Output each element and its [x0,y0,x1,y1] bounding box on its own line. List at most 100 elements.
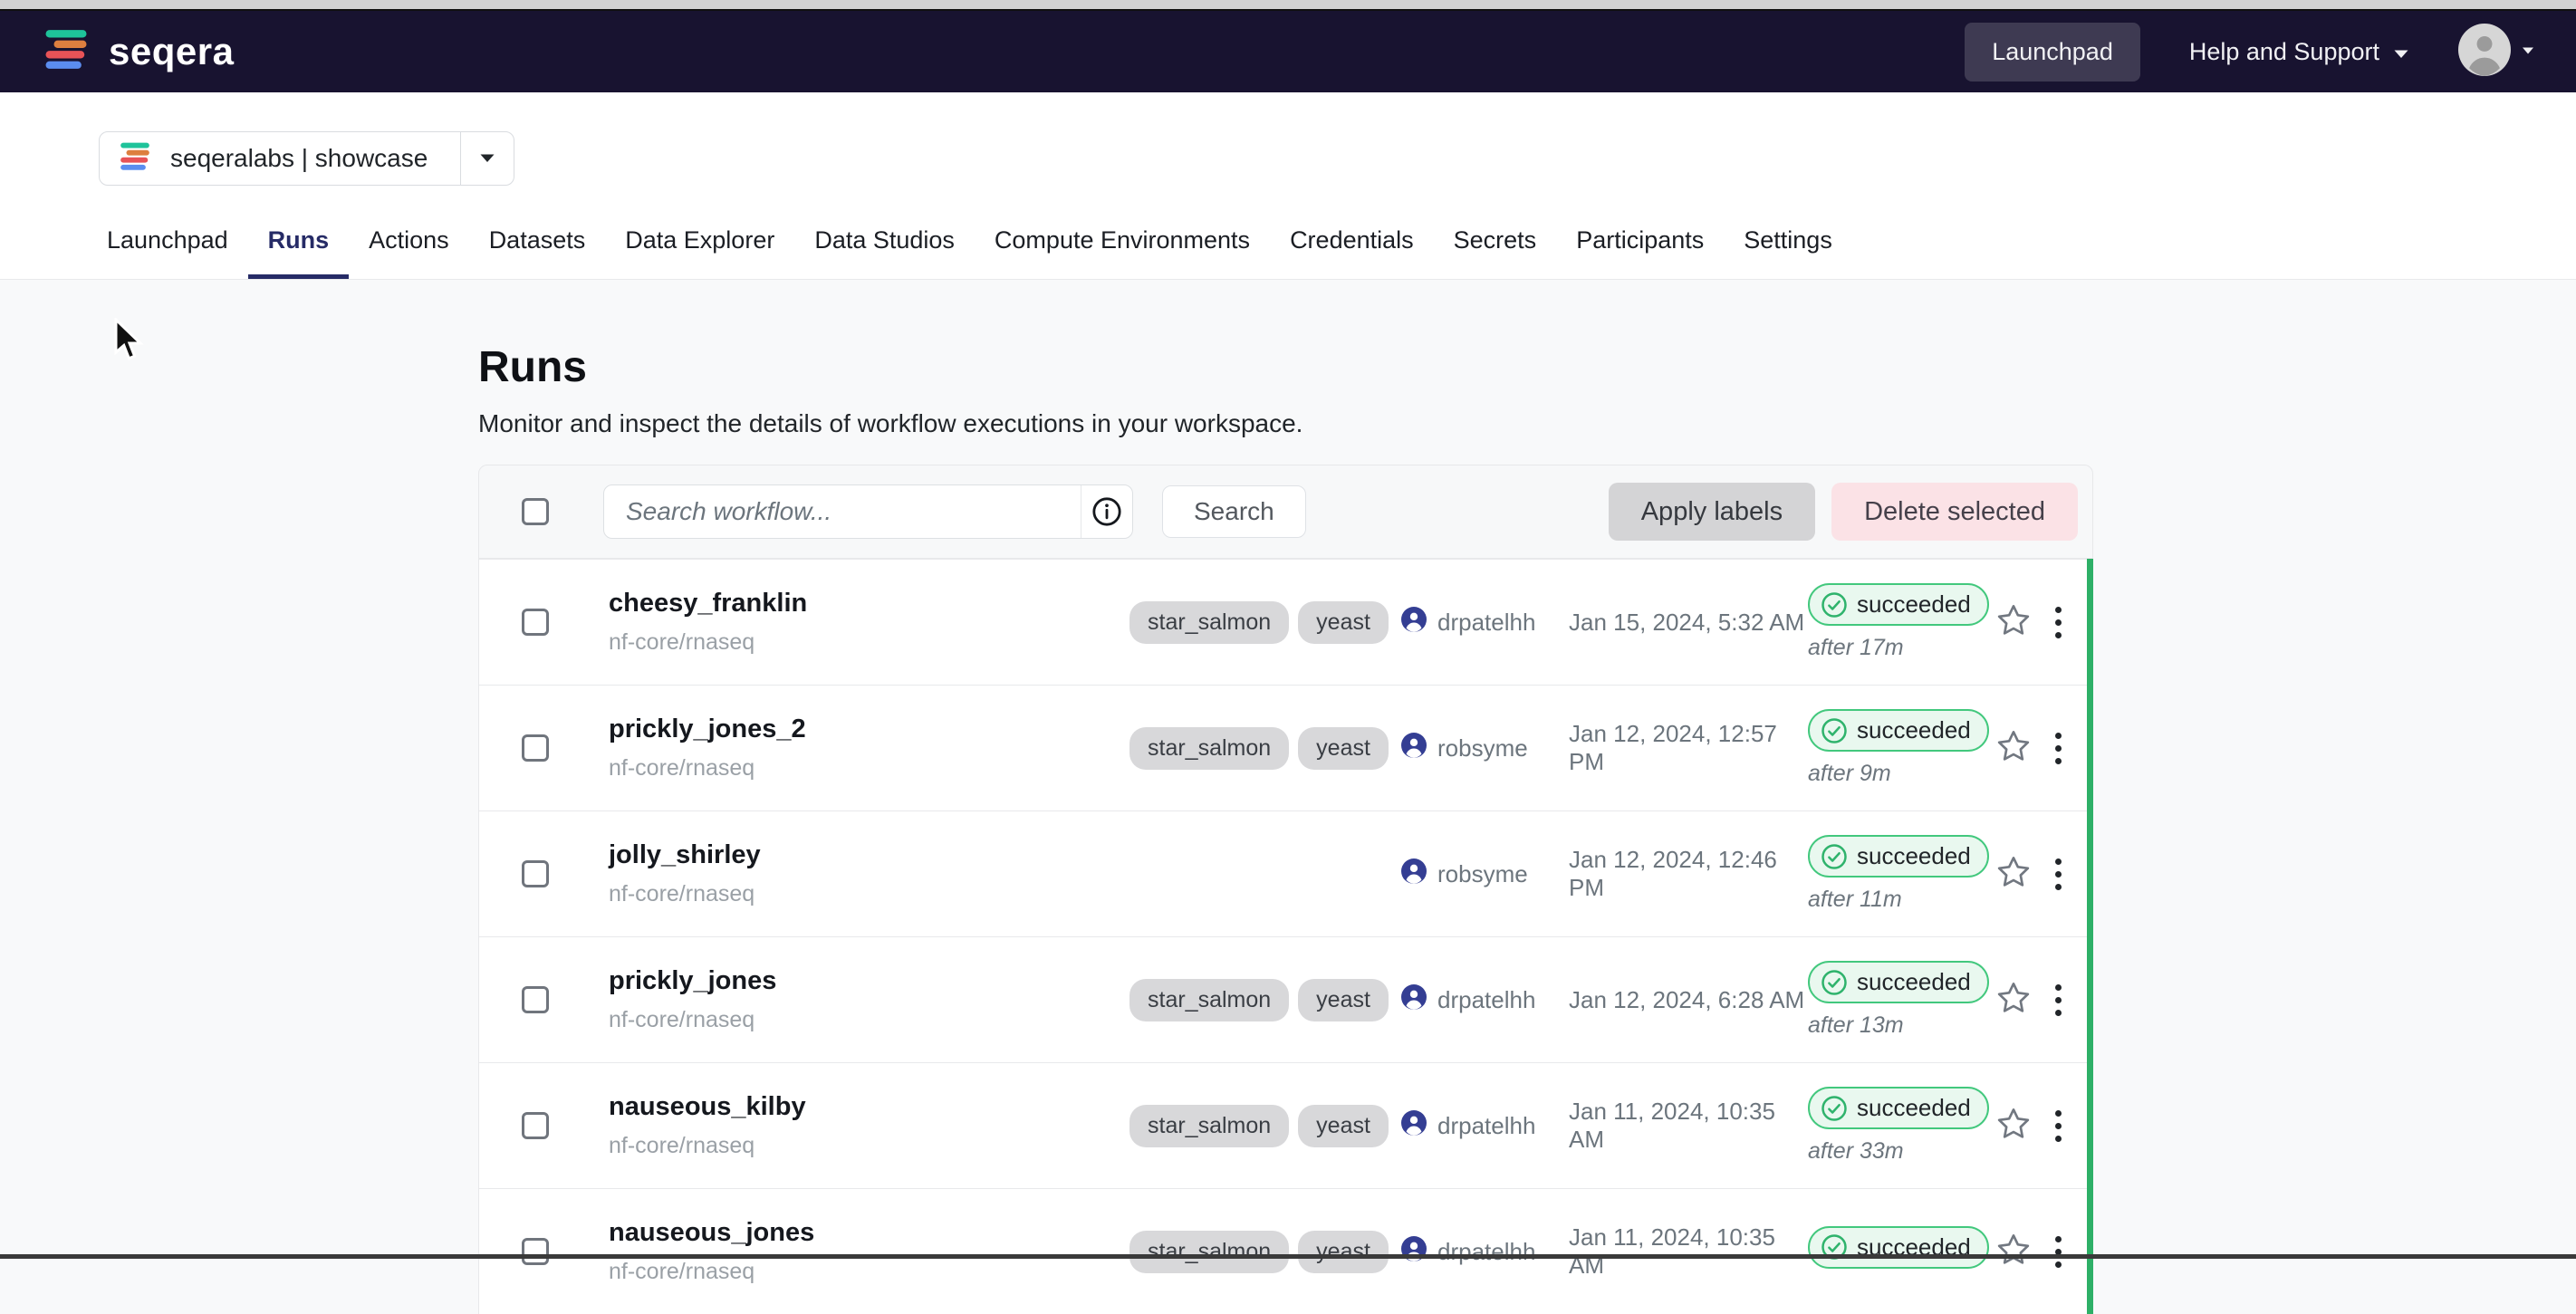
run-user: robsyme [1437,860,1528,888]
label-pill[interactable]: star_salmon [1129,1231,1289,1273]
chevron-down-icon [2393,38,2409,66]
run-name[interactable]: nauseous_jones [609,1218,1129,1248]
seqera-brand[interactable]: seqera [42,25,234,79]
tab-actions[interactable]: Actions [349,214,469,279]
run-date: Jan 12, 2024, 12:57 PM [1569,720,1808,776]
label-pill[interactable]: yeast [1298,601,1389,644]
kebab-menu-button[interactable] [2046,1101,2071,1151]
workspace-selector[interactable]: seqeralabs | showcase [99,131,514,186]
star-button[interactable] [1995,1106,2046,1146]
label-pill[interactable]: star_salmon [1129,727,1289,770]
run-name[interactable]: jolly_shirley [609,840,1129,870]
seqera-logo-icon [42,25,91,79]
user-icon [1401,1110,1427,1142]
label-pill[interactable]: yeast [1298,1231,1389,1273]
kebab-menu-button[interactable] [2046,975,2071,1025]
row-checkbox[interactable] [522,734,549,762]
workspace-name: seqeralabs | showcase [170,144,428,173]
star-button[interactable] [1995,854,2046,895]
select-all-checkbox[interactable] [522,498,549,525]
run-repo: nf-core/rnaseq [609,755,1129,782]
run-repo: nf-core/rnaseq [609,1133,1129,1159]
kebab-menu-button[interactable] [2046,598,2071,647]
run-duration: after 13m [1808,1012,1995,1039]
star-icon [1995,854,2032,890]
kebab-menu-button[interactable] [2046,1227,2071,1277]
run-duration: after 9m [1808,761,1995,787]
user-icon [1401,858,1427,890]
label-pill[interactable]: star_salmon [1129,601,1289,644]
chevron-down-icon [479,153,495,164]
star-button[interactable] [1995,980,2046,1021]
top-navbar: seqera Launchpad Help and Support [0,11,2576,92]
star-button[interactable] [1995,602,2046,643]
row-checkbox[interactable] [522,609,549,636]
status-badge: succeeded [1808,709,1989,752]
table-row[interactable]: jolly_shirley nf-core/rnaseq robsyme Jan… [479,810,2092,936]
tab-compute-environments[interactable]: Compute Environments [975,214,1270,279]
tab-settings[interactable]: Settings [1724,214,1852,279]
runs-table: cheesy_franklin nf-core/rnaseq star_salm… [478,559,2093,1314]
tab-participants[interactable]: Participants [1556,214,1724,279]
row-checkbox[interactable] [522,1238,549,1265]
check-circle-icon [1821,717,1848,744]
run-name[interactable]: nauseous_kilby [609,1092,1129,1122]
tab-launchpad[interactable]: Launchpad [87,214,248,279]
tab-data-explorer[interactable]: Data Explorer [605,214,794,279]
row-checkbox[interactable] [522,860,549,887]
search-input[interactable] [604,485,1081,538]
label-pill[interactable]: yeast [1298,1105,1389,1147]
workspace-tabs: Launchpad Runs Actions Datasets Data Exp… [87,214,1852,279]
status-label: succeeded [1857,716,1971,744]
apply-labels-button[interactable]: Apply labels [1609,483,1815,541]
run-date: Jan 11, 2024, 10:35 AM [1569,1223,1808,1280]
star-icon [1995,1106,2032,1142]
search-button[interactable]: Search [1162,485,1306,538]
page-title: Runs [478,342,587,392]
status-badge: succeeded [1808,583,1989,626]
row-checkbox[interactable] [522,1112,549,1139]
status-badge: succeeded [1808,1087,1989,1129]
tab-datasets[interactable]: Datasets [469,214,606,279]
tab-runs[interactable]: Runs [248,214,350,279]
help-menu-label: Help and Support [2189,38,2379,66]
table-row[interactable]: nauseous_kilby nf-core/rnaseq star_salmo… [479,1062,2092,1188]
delete-selected-button[interactable]: Delete selected [1831,483,2078,541]
label-pill[interactable]: yeast [1298,727,1389,770]
window-bottom-edge [0,1254,2576,1259]
run-name[interactable]: cheesy_franklin [609,589,1129,619]
status-label: succeeded [1857,590,1971,619]
launchpad-button[interactable]: Launchpad [1965,23,2140,82]
workspace-subheader: seqeralabs | showcase Launchpad Runs Act… [0,92,2576,280]
kebab-menu-button[interactable] [2046,849,2071,899]
run-name[interactable]: prickly_jones [609,966,1129,996]
user-menu[interactable] [2458,24,2534,81]
table-row[interactable]: cheesy_franklin nf-core/rnaseq star_salm… [479,559,2092,685]
label-pill[interactable]: star_salmon [1129,979,1289,1021]
star-button[interactable] [1995,728,2046,769]
info-icon [1091,496,1122,527]
run-date: Jan 11, 2024, 10:35 AM [1569,1098,1808,1154]
table-row[interactable]: prickly_jones_2 nf-core/rnaseq star_salm… [479,685,2092,810]
label-pill[interactable]: yeast [1298,979,1389,1021]
chevron-down-icon [2522,43,2534,60]
help-and-support-menu[interactable]: Help and Support [2189,38,2409,66]
tab-data-studios[interactable]: Data Studios [794,214,975,279]
window-top-edge [0,0,2576,11]
table-row[interactable]: nauseous_jones nf-core/rnaseq star_salmo… [479,1188,2092,1314]
run-name[interactable]: prickly_jones_2 [609,715,1129,744]
tab-secrets[interactable]: Secrets [1434,214,1557,279]
kebab-menu-button[interactable] [2046,724,2071,773]
search-info-button[interactable] [1081,485,1132,538]
star-icon [1995,602,2032,638]
star-button[interactable] [1995,1232,2046,1272]
row-checkbox[interactable] [522,986,549,1013]
tab-credentials[interactable]: Credentials [1270,214,1434,279]
label-pill[interactable]: star_salmon [1129,1105,1289,1147]
user-icon [1401,733,1427,764]
star-icon [1995,1232,2032,1268]
run-user: drpatelhh [1437,986,1535,1014]
table-row[interactable]: prickly_jones nf-core/rnaseq star_salmon… [479,936,2092,1062]
workspace-dropdown-toggle[interactable] [460,132,514,185]
run-repo: nf-core/rnaseq [609,881,1129,907]
